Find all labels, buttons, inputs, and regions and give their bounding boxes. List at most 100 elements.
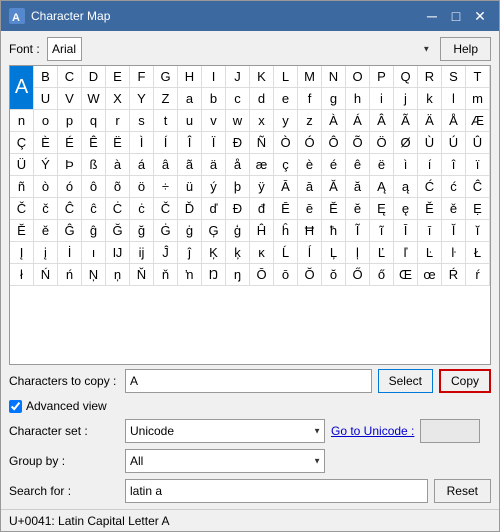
character-set-select[interactable]: Unicode ASCII Windows-1252 [125, 419, 325, 443]
reset-button[interactable]: Reset [434, 479, 491, 503]
char-cell[interactable]: v [202, 110, 226, 132]
char-cell[interactable]: ľ [394, 242, 418, 264]
char-cell[interactable]: ņ [106, 264, 130, 286]
char-cell[interactable]: Ĺ [274, 242, 298, 264]
char-cell[interactable]: o [34, 110, 58, 132]
char-cell[interactable]: ä [202, 154, 226, 176]
char-cell[interactable]: î [442, 154, 466, 176]
char-cell[interactable]: Ó [298, 132, 322, 154]
char-cell[interactable]: Á [346, 110, 370, 132]
char-cell[interactable]: Ĭ [442, 220, 466, 242]
char-cell[interactable]: ĝ [82, 220, 106, 242]
char-cell[interactable]: Ĉ [466, 176, 490, 198]
char-cell[interactable]: Ĝ [58, 220, 82, 242]
char-cell[interactable]: t [154, 110, 178, 132]
char-cell[interactable]: X [106, 88, 130, 110]
char-cell[interactable]: Î [178, 132, 202, 154]
char-cell[interactable]: Ú [442, 132, 466, 154]
char-cell[interactable]: Ð [226, 132, 250, 154]
char-cell[interactable]: Å [442, 110, 466, 132]
char-cell[interactable]: Ĳ [106, 242, 130, 264]
char-cell[interactable]: ň [154, 264, 178, 286]
char-cell[interactable]: W [82, 88, 106, 110]
char-cell[interactable]: ā [298, 176, 322, 198]
char-cell[interactable]: Ě [418, 198, 442, 220]
char-cell[interactable]: Ẹ [466, 198, 490, 220]
char-cell[interactable]: m [466, 88, 490, 110]
char-cell[interactable]: ń [58, 264, 82, 286]
search-for-input[interactable] [125, 479, 428, 503]
char-cell[interactable]: Ŀ [418, 242, 442, 264]
char-cell[interactable]: ī [418, 220, 442, 242]
char-cell[interactable]: ě [442, 198, 466, 220]
char-cell[interactable]: u [178, 110, 202, 132]
char-cell[interactable]: T [466, 66, 490, 88]
char-cell[interactable]: Ă [322, 176, 346, 198]
char-cell[interactable]: ē [298, 198, 322, 220]
advanced-view-checkbox-label[interactable]: Advanced view [9, 399, 107, 413]
char-cell[interactable]: æ [250, 154, 274, 176]
goto-unicode-input[interactable] [420, 419, 480, 443]
char-cell[interactable]: K [250, 66, 274, 88]
maximize-button[interactable]: □ [445, 5, 467, 27]
char-cell[interactable]: Č [10, 198, 34, 220]
char-cell[interactable]: Ŕ [442, 264, 466, 286]
char-cell[interactable]: ĭ [466, 220, 490, 242]
char-cell[interactable]: H [178, 66, 202, 88]
char-cell[interactable]: Ņ [82, 264, 106, 286]
char-cell[interactable]: V [58, 88, 82, 110]
char-cell[interactable]: M [298, 66, 322, 88]
char-cell[interactable]: Ň [130, 264, 154, 286]
char-cell[interactable]: ł [10, 264, 34, 286]
char-cell[interactable]: z [298, 110, 322, 132]
char-cell[interactable]: į [34, 242, 58, 264]
font-select[interactable]: Arial [47, 37, 82, 61]
char-cell[interactable]: ě [34, 220, 58, 242]
char-cell[interactable]: n [10, 110, 34, 132]
char-cell[interactable]: f [298, 88, 322, 110]
char-cell[interactable]: â [154, 154, 178, 176]
char-cell[interactable]: Ï [202, 132, 226, 154]
char-cell[interactable]: Ċ [106, 198, 130, 220]
char-cell[interactable]: L [274, 66, 298, 88]
char-cell[interactable]: l [442, 88, 466, 110]
char-cell[interactable]: w [226, 110, 250, 132]
char-cell[interactable]: Ĩ [346, 220, 370, 242]
char-cell[interactable]: ă [346, 176, 370, 198]
char-cell[interactable]: Ü [10, 154, 34, 176]
char-cell[interactable]: ñ [10, 176, 34, 198]
char-cell[interactable]: Ŋ [202, 264, 226, 286]
char-cell[interactable]: k [418, 88, 442, 110]
char-cell[interactable]: Q [394, 66, 418, 88]
char-cell[interactable]: Ġ [154, 220, 178, 242]
char-cell[interactable]: ÿ [250, 176, 274, 198]
copy-button[interactable]: Copy [439, 369, 491, 393]
char-cell[interactable]: Æ [466, 110, 490, 132]
char-cell[interactable]: Ý [34, 154, 58, 176]
char-cell[interactable]: È [34, 132, 58, 154]
char-cell[interactable]: ß [82, 154, 106, 176]
char-cell[interactable]: Ķ [202, 242, 226, 264]
char-cell[interactable]: Ď [178, 198, 202, 220]
select-button[interactable]: Select [378, 369, 433, 393]
char-cell[interactable]: s [130, 110, 154, 132]
char-cell[interactable]: Ń [34, 264, 58, 286]
char-cell[interactable]: ÷ [154, 176, 178, 198]
char-cell[interactable]: g [322, 88, 346, 110]
char-cell[interactable]: É [58, 132, 82, 154]
char-cell[interactable]: c [226, 88, 250, 110]
char-cell[interactable]: á [130, 154, 154, 176]
char-cell[interactable]: ĥ [274, 220, 298, 242]
char-cell[interactable]: à [106, 154, 130, 176]
char-cell[interactable]: þ [226, 176, 250, 198]
char-cell[interactable]: ŉ [178, 264, 202, 286]
char-cell[interactable]: è [298, 154, 322, 176]
char-cell[interactable]: h [346, 88, 370, 110]
char-cell[interactable]: Đ [226, 198, 250, 220]
char-cell[interactable]: Į [10, 242, 34, 264]
char-cell[interactable]: C [58, 66, 82, 88]
char-cell[interactable]: Z [154, 88, 178, 110]
char-cell[interactable]: ö [130, 176, 154, 198]
char-cell[interactable]: ŀ [442, 242, 466, 264]
char-cell[interactable]: ü [178, 176, 202, 198]
